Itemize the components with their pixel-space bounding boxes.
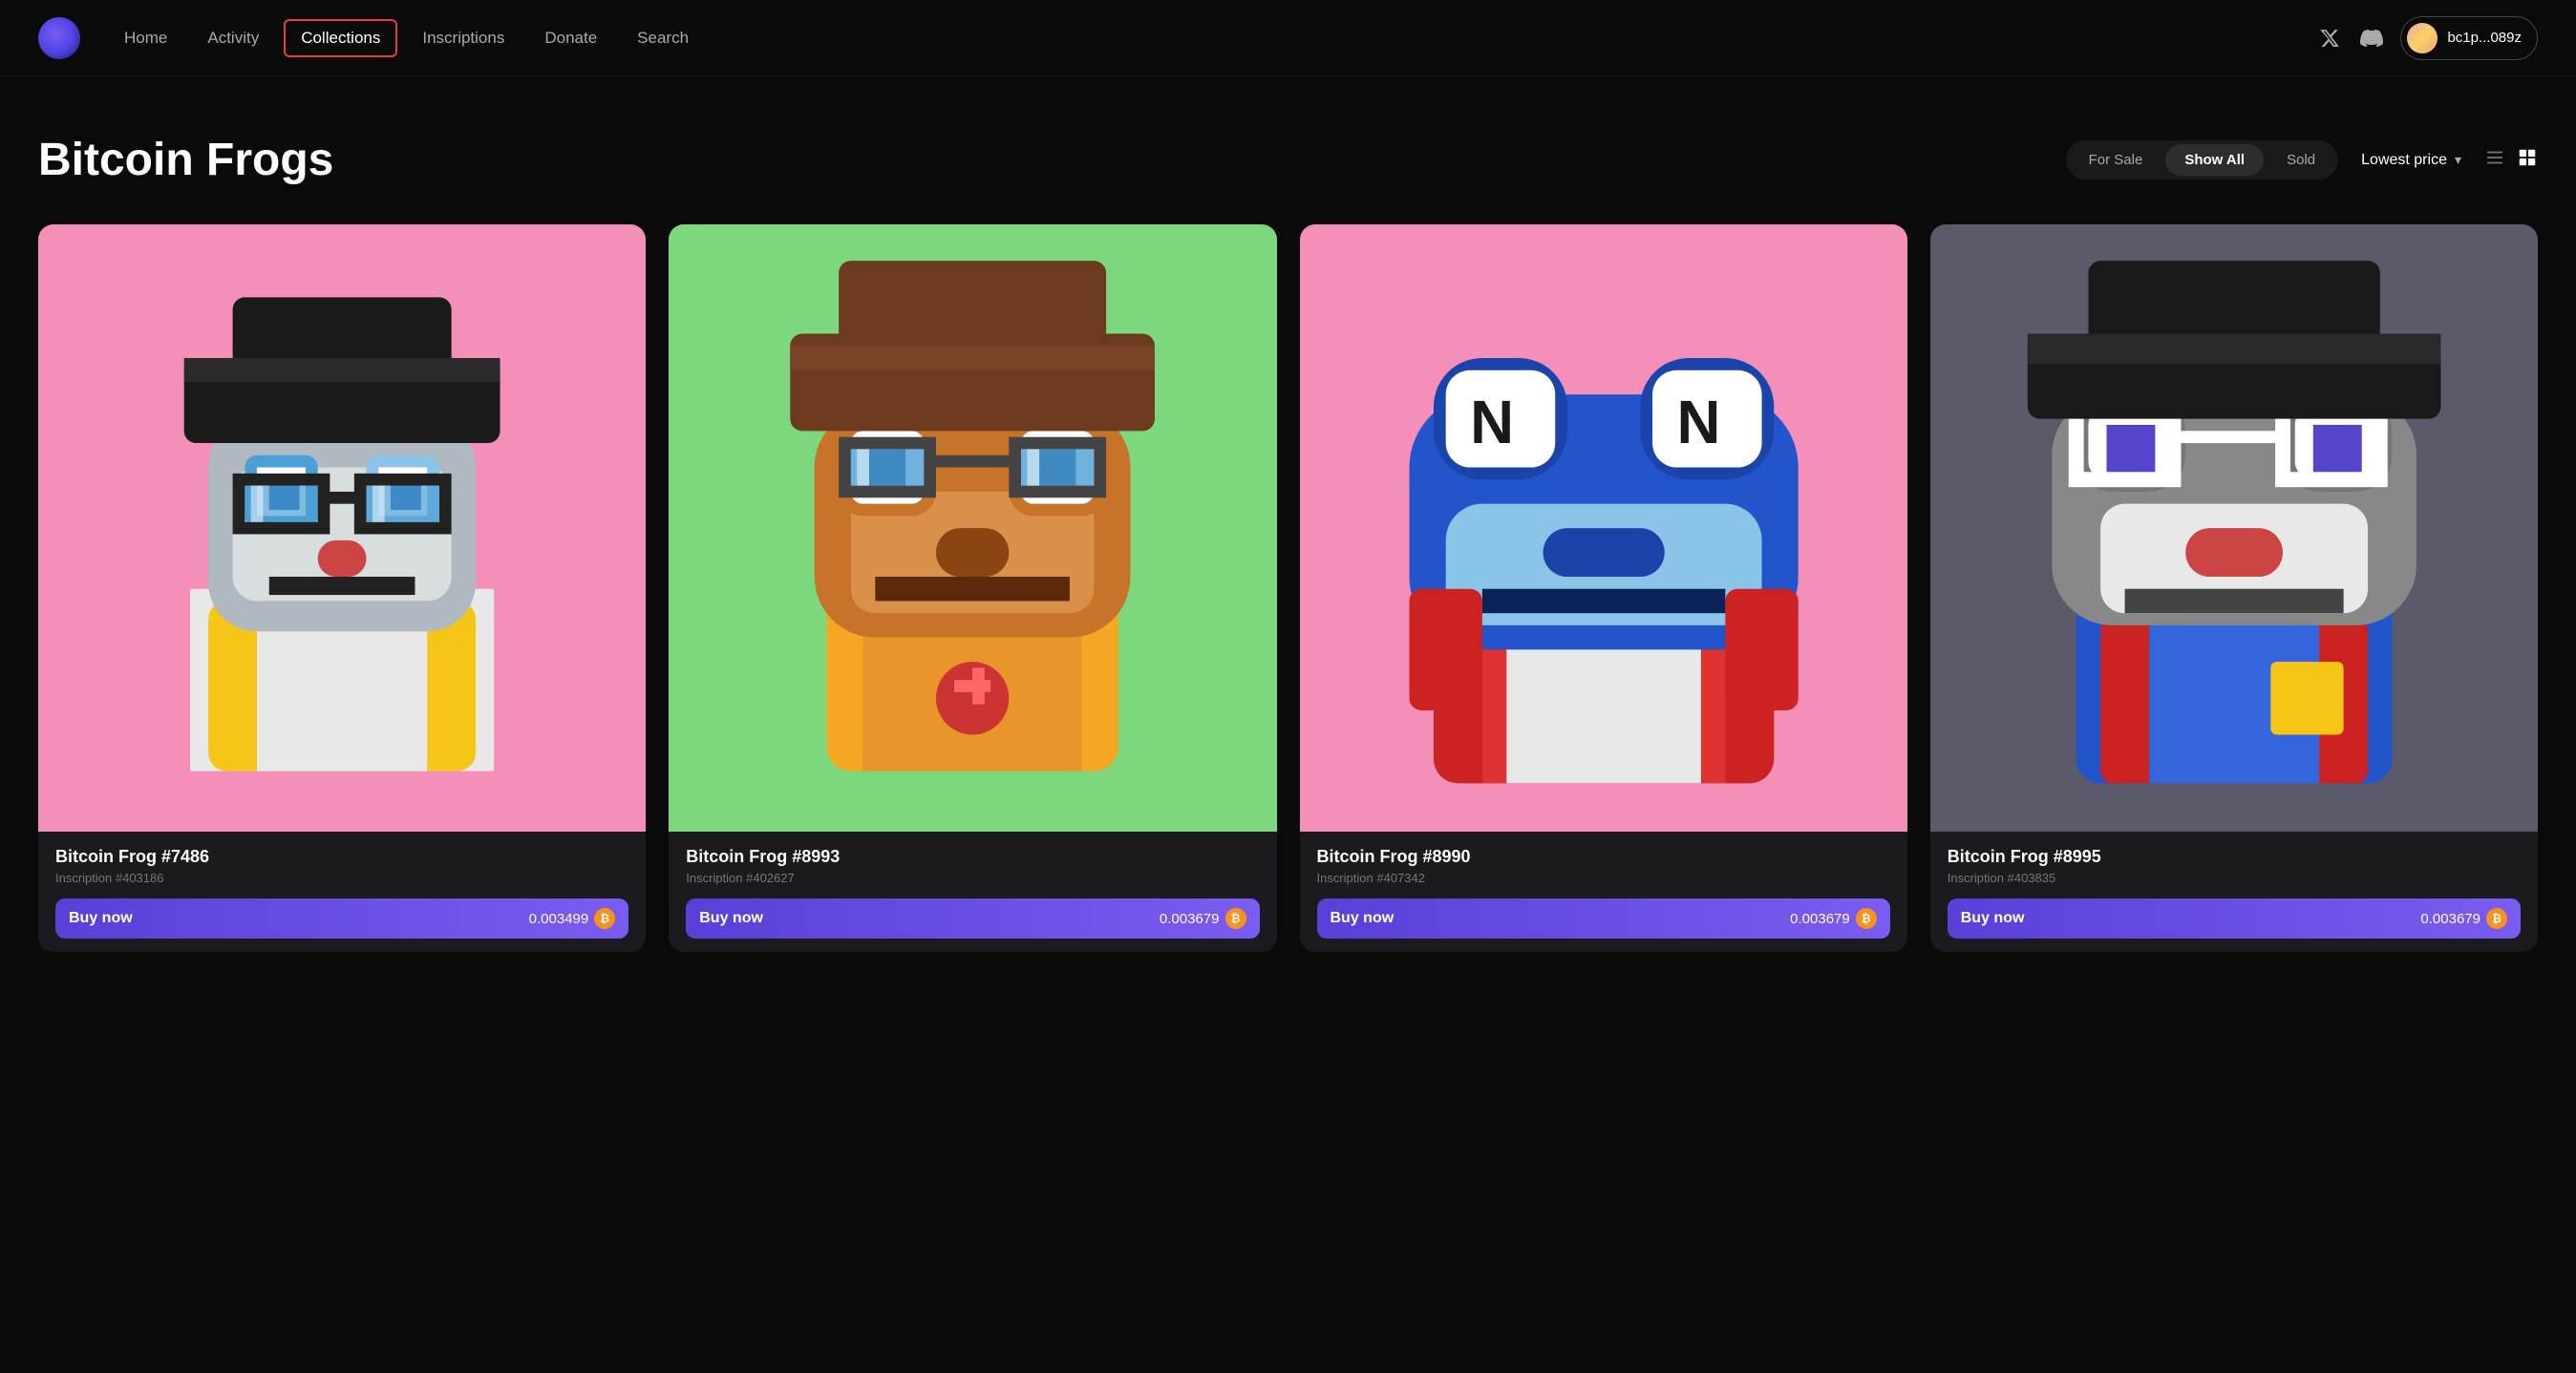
buy-price-0: 0.003499 ₿ [529, 908, 616, 929]
svg-text:N: N [1676, 389, 1720, 456]
btc-icon-1: ₿ [1225, 908, 1246, 929]
filter-tabs: For Sale Show All Sold [2066, 140, 2339, 180]
nav-link-inscriptions[interactable]: Inscriptions [407, 21, 520, 55]
nft-image-3 [1930, 224, 2538, 832]
buy-price-3: 0.003679 ₿ [2420, 908, 2507, 929]
filter-show-all[interactable]: Show All [2165, 144, 2264, 176]
buy-button-3[interactable]: Buy now 0.003679 ₿ [1948, 898, 2521, 939]
nft-inscription-3: Inscription #403835 [1948, 871, 2521, 885]
filter-for-sale[interactable]: For Sale [2070, 144, 2162, 176]
nft-grid: Bitcoin Frog #7486 Inscription #403186 B… [38, 224, 2538, 952]
buy-price-2: 0.003679 ₿ [1790, 908, 1877, 929]
collection-controls: For Sale Show All Sold Lowest price ▾ [2066, 140, 2538, 180]
nav-link-home[interactable]: Home [109, 21, 182, 55]
nft-card-0[interactable]: Bitcoin Frog #7486 Inscription #403186 B… [38, 224, 646, 952]
nft-inscription-0: Inscription #403186 [55, 871, 628, 885]
btc-icon-2: ₿ [1856, 908, 1877, 929]
nav-logo[interactable] [38, 17, 80, 59]
wallet-avatar [2407, 23, 2438, 53]
navbar: Home Activity Collections Inscriptions D… [0, 0, 2576, 76]
nft-info-2: Bitcoin Frog #8990 Inscription #407342 B… [1300, 832, 1907, 952]
nav-right: bc1p...089z [2316, 16, 2538, 60]
nft-info-3: Bitcoin Frog #8995 Inscription #403835 B… [1930, 832, 2538, 952]
nav-links: Home Activity Collections Inscriptions D… [109, 19, 2316, 57]
nft-info-1: Bitcoin Frog #8993 Inscription #402627 B… [669, 832, 1276, 952]
nft-info-0: Bitcoin Frog #7486 Inscription #403186 B… [38, 832, 646, 952]
nft-name-0: Bitcoin Frog #7486 [55, 847, 628, 867]
price-value-1: 0.003679 [1160, 911, 1220, 927]
buy-price-1: 0.003679 ₿ [1160, 908, 1246, 929]
nft-inscription-1: Inscription #402627 [686, 871, 1259, 885]
nav-link-activity[interactable]: Activity [192, 21, 274, 55]
twitter-icon[interactable] [2316, 25, 2343, 52]
view-icons [2484, 147, 2538, 174]
wallet-button[interactable]: bc1p...089z [2400, 16, 2538, 60]
buy-label-3: Buy now [1961, 910, 2025, 927]
nft-name-2: Bitcoin Frog #8990 [1317, 847, 1890, 867]
price-value-2: 0.003679 [1790, 911, 1850, 927]
filter-sold[interactable]: Sold [2267, 144, 2334, 176]
svg-text:N: N [1470, 389, 1514, 456]
buy-button-2[interactable]: Buy now 0.003679 ₿ [1317, 898, 1890, 939]
buy-label-2: Buy now [1331, 910, 1394, 927]
nav-link-collections[interactable]: Collections [284, 19, 397, 57]
nav-link-search[interactable]: Search [622, 21, 704, 55]
buy-label-1: Buy now [699, 910, 763, 927]
buy-button-0[interactable]: Buy now 0.003499 ₿ [55, 898, 628, 939]
nft-card-2[interactable]: N N Bitcoin Frog #8990 Inscription #4073… [1300, 224, 1907, 952]
discord-icon[interactable] [2358, 25, 2385, 52]
main-content: Bitcoin Frogs For Sale Show All Sold Low… [0, 76, 2576, 990]
nft-card-3[interactable]: Bitcoin Frog #8995 Inscription #403835 B… [1930, 224, 2538, 952]
nft-name-3: Bitcoin Frog #8995 [1948, 847, 2521, 867]
sort-label: Lowest price [2361, 152, 2447, 169]
buy-button-1[interactable]: Buy now 0.003679 ₿ [686, 898, 1259, 939]
grid-view-icon[interactable] [2517, 147, 2538, 174]
nft-image-1 [669, 224, 1276, 832]
sort-arrow-icon: ▾ [2455, 152, 2461, 168]
collection-title: Bitcoin Frogs [38, 134, 333, 186]
nft-image-0 [38, 224, 646, 832]
nft-inscription-2: Inscription #407342 [1317, 871, 1890, 885]
collection-header: Bitcoin Frogs For Sale Show All Sold Low… [38, 134, 2538, 186]
price-value-0: 0.003499 [529, 911, 589, 927]
price-value-3: 0.003679 [2420, 911, 2480, 927]
nft-image-2: N N [1300, 224, 1907, 832]
wallet-address: bc1p...089z [2447, 30, 2522, 46]
nft-name-1: Bitcoin Frog #8993 [686, 847, 1259, 867]
buy-label-0: Buy now [69, 910, 133, 927]
sort-dropdown[interactable]: Lowest price ▾ [2361, 152, 2461, 169]
btc-icon-3: ₿ [2486, 908, 2507, 929]
nav-link-donate[interactable]: Donate [529, 21, 612, 55]
nft-card-1[interactable]: Bitcoin Frog #8993 Inscription #402627 B… [669, 224, 1276, 952]
btc-icon-0: ₿ [594, 908, 615, 929]
list-view-icon[interactable] [2484, 147, 2505, 174]
